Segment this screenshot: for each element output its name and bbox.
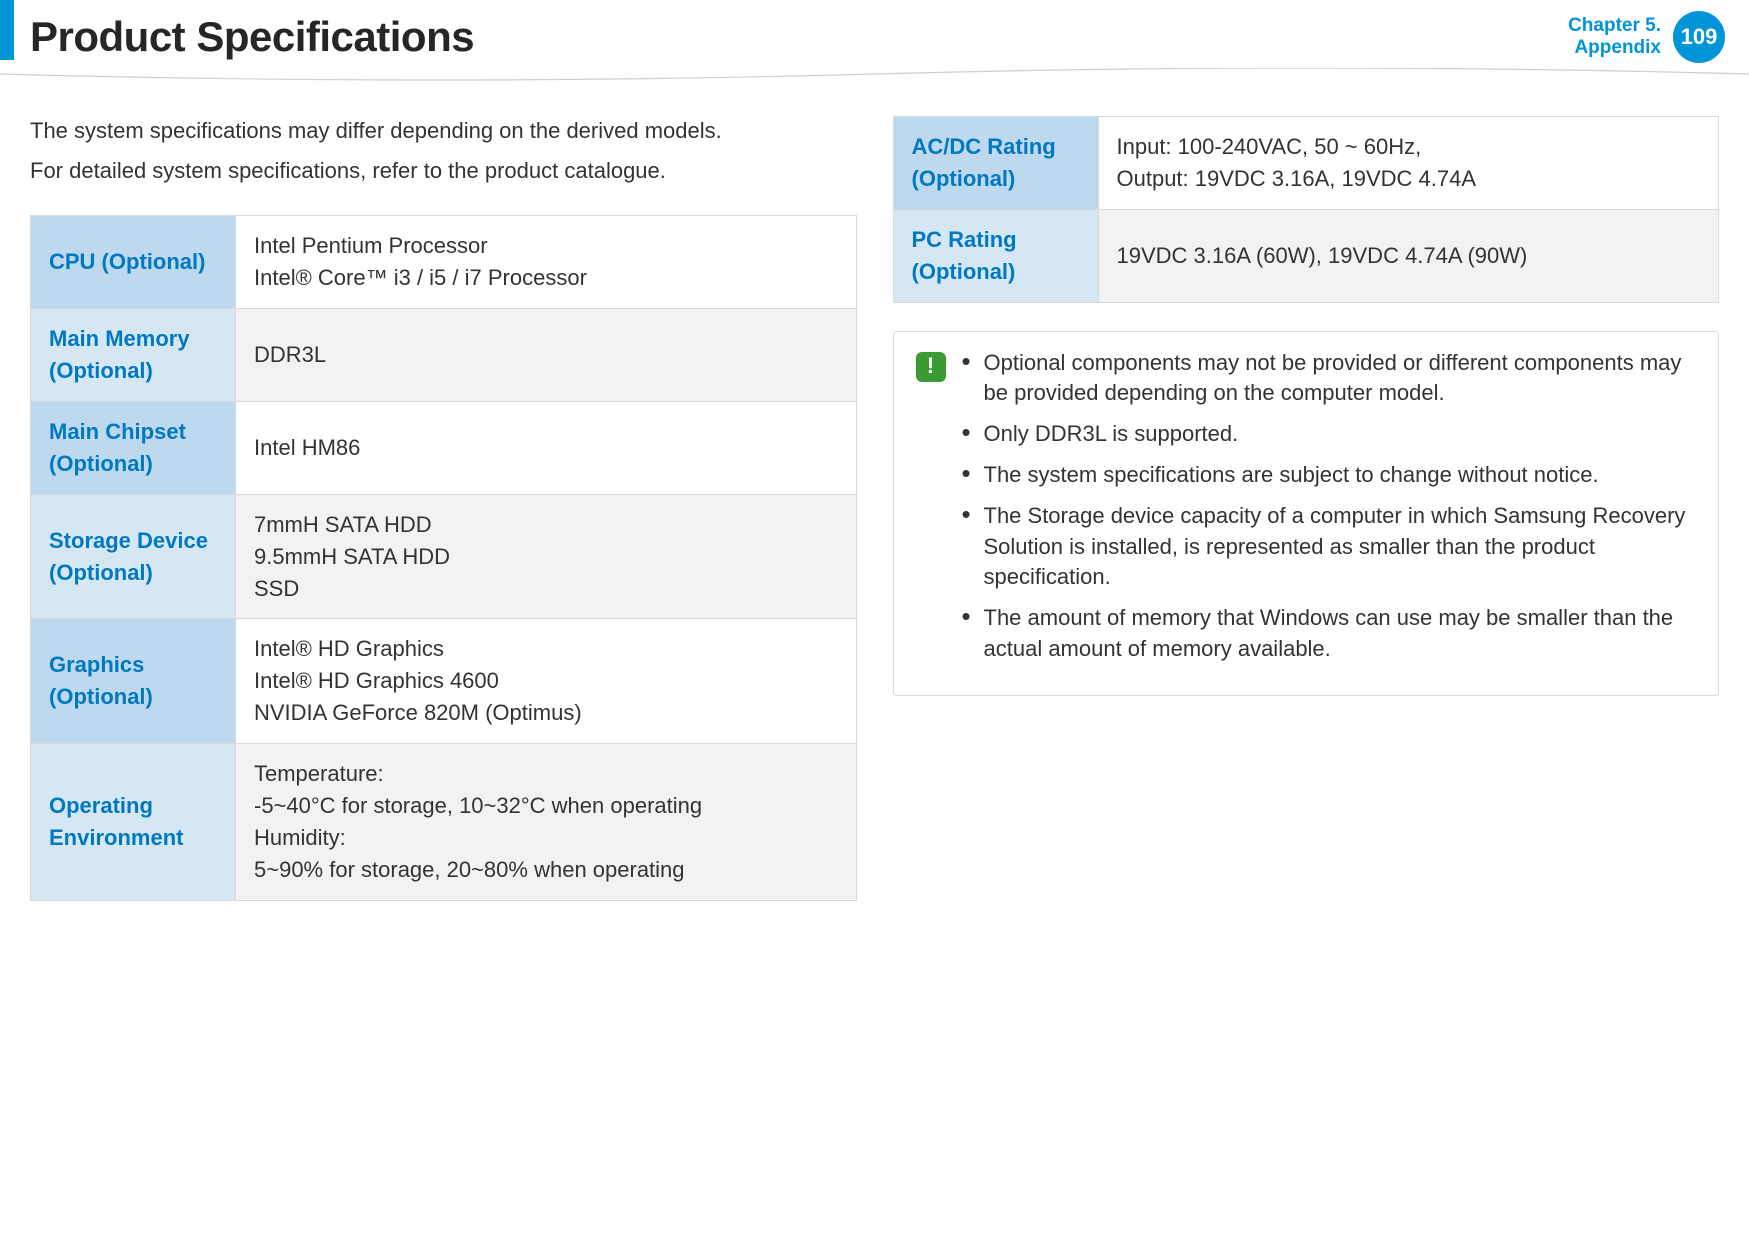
note-item: The Storage device capacity of a compute… [962, 501, 1697, 593]
spec-label: AC/DC Rating (Optional) [893, 117, 1098, 210]
chapter-label: Chapter 5. Appendix [1568, 15, 1661, 59]
note-box: ! Optional components may not be provide… [893, 331, 1720, 696]
spec-label: Main Memory (Optional) [31, 309, 236, 402]
intro-p2: For detailed system specifications, refe… [30, 156, 857, 186]
spec-value: Temperature:-5~40°C for storage, 10~32°C… [236, 744, 857, 901]
table-row: Graphics (Optional) Intel® HD GraphicsIn… [31, 619, 857, 744]
note-item: The system specifications are subject to… [962, 460, 1697, 491]
note-item: The amount of memory that Windows can us… [962, 603, 1697, 665]
table-row: AC/DC Rating (Optional) Input: 100-240VA… [893, 117, 1719, 210]
intro-text: The system specifications may differ dep… [30, 116, 857, 185]
content: The system specifications may differ dep… [0, 116, 1749, 901]
spec-label: CPU (Optional) [31, 216, 236, 309]
spec-table-right: AC/DC Rating (Optional) Input: 100-240VA… [893, 116, 1720, 303]
table-row: Operating Environment Temperature:-5~40°… [31, 744, 857, 901]
spec-value: 19VDC 3.16A (60W), 19VDC 4.74A (90W) [1098, 209, 1719, 302]
spec-value: Intel Pentium ProcessorIntel® Core™ i3 /… [236, 216, 857, 309]
note-item: Optional components may not be provided … [962, 348, 1697, 410]
left-column: The system specifications may differ dep… [30, 116, 857, 901]
page-header: Product Specifications Chapter 5. Append… [0, 0, 1749, 74]
table-row: Main Memory (Optional) DDR3L [31, 309, 857, 402]
spec-value: 7mmH SATA HDD9.5mmH SATA HDDSSD [236, 494, 857, 619]
spec-label: Graphics (Optional) [31, 619, 236, 744]
right-column: AC/DC Rating (Optional) Input: 100-240VA… [893, 116, 1720, 901]
spec-label: PC Rating (Optional) [893, 209, 1098, 302]
page-number-badge: 109 [1673, 11, 1725, 63]
note-item: Only DDR3L is supported. [962, 419, 1697, 450]
spec-value: Input: 100-240VAC, 50 ~ 60Hz,Output: 19V… [1098, 117, 1719, 210]
table-row: PC Rating (Optional) 19VDC 3.16A (60W), … [893, 209, 1719, 302]
table-row: CPU (Optional) Intel Pentium ProcessorIn… [31, 216, 857, 309]
intro-p1: The system specifications may differ dep… [30, 116, 857, 146]
spec-value: Intel® HD GraphicsIntel® HD Graphics 460… [236, 619, 857, 744]
table-row: Main Chipset (Optional) Intel HM86 [31, 401, 857, 494]
chapter-line1: Chapter 5. [1568, 15, 1661, 37]
note-list: Optional components may not be provided … [962, 348, 1697, 675]
header-divider [0, 74, 1749, 92]
spec-label: Operating Environment [31, 744, 236, 901]
table-row: Storage Device (Optional) 7mmH SATA HDD9… [31, 494, 857, 619]
spec-value: DDR3L [236, 309, 857, 402]
spec-value: Intel HM86 [236, 401, 857, 494]
alert-icon: ! [916, 352, 946, 382]
spec-label: Main Chipset (Optional) [31, 401, 236, 494]
page-title: Product Specifications [30, 13, 474, 61]
spec-table-left: CPU (Optional) Intel Pentium ProcessorIn… [30, 215, 857, 900]
header-right: Chapter 5. Appendix 109 [1568, 11, 1725, 63]
spec-label: Storage Device (Optional) [31, 494, 236, 619]
chapter-line2: Appendix [1568, 37, 1661, 59]
